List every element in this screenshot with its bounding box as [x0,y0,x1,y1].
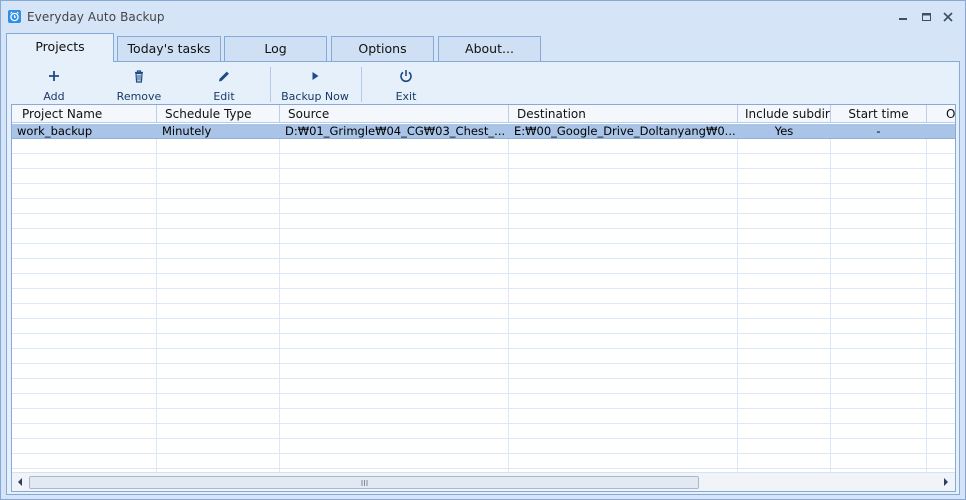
empty-row [12,139,955,154]
column-divider[interactable] [279,105,280,123]
cell-destination: E:₩00_Google_Drive_Doltanyang₩0... [514,124,736,138]
play-icon [312,72,319,80]
close-button[interactable] [938,8,958,26]
empty-row [12,154,955,169]
pencil-icon [219,71,229,82]
add-label: Add [43,90,65,103]
empty-row [12,229,955,244]
app-window: Everyday Auto Backup Projects Today's ta… [0,0,966,500]
trash-icon [135,70,143,83]
column-divider[interactable] [737,105,738,123]
column-header-schedule-type[interactable]: Schedule Type [165,105,278,123]
empty-row [12,394,955,409]
column-divider[interactable] [508,105,509,123]
minimize-button[interactable] [893,8,913,26]
power-icon [400,70,412,83]
table-row[interactable]: work_backup Minutely D:₩01_Grimgle₩04_CG… [12,124,955,139]
table-body: work_backup Minutely D:₩01_Grimgle₩04_CG… [12,124,955,472]
maximize-icon [922,13,931,21]
column-header-start-time[interactable]: Start time [831,105,926,123]
column-divider[interactable] [156,105,157,123]
cell-start-time: - [876,124,881,138]
empty-row [12,409,955,424]
horizontal-scrollbar[interactable] [12,472,955,491]
minimize-icon [899,18,907,20]
empty-row [12,454,955,469]
exit-label: Exit [395,90,417,103]
tab-about[interactable]: About... [438,36,541,61]
tab-options[interactable]: Options [331,36,434,61]
tab-log[interactable]: Log [224,36,327,61]
column-divider[interactable] [926,105,927,123]
edit-label: Edit [213,90,235,103]
projects-table[interactable]: Project Name Schedule Type Source Destin… [11,104,956,492]
projects-panel: Add Remove Edit Backup Now Exit Project … [6,61,960,495]
backup-now-button[interactable]: Backup Now [280,64,350,104]
empty-row [12,304,955,319]
column-header-source[interactable]: Source [288,105,508,123]
empty-row [12,289,955,304]
scroll-left-arrow-icon [18,478,22,486]
empty-row [12,169,955,184]
cell-source: D:₩01_Grimgle₩04_CG₩03_Chest_... [285,124,506,138]
empty-row [12,184,955,199]
close-icon [943,12,953,22]
empty-row [12,259,955,274]
toolbar-separator [270,67,271,102]
column-header-destination[interactable]: Destination [517,105,737,123]
tab-projects[interactable]: Projects [6,33,114,62]
scroll-left-button[interactable] [12,473,29,491]
window-title: Everyday Auto Backup [27,10,165,24]
cell-include-subdir: Yes [774,124,794,138]
tab-todays-tasks[interactable]: Today's tasks [117,36,221,61]
grip-icon [361,480,368,486]
scroll-right-arrow-icon [944,478,948,486]
empty-row [12,424,955,439]
empty-row [12,244,955,259]
toolbar: Add Remove Edit Backup Now Exit [7,64,959,104]
scroll-right-button[interactable] [937,473,954,491]
remove-label: Remove [116,90,162,103]
column-header-include-subdir[interactable]: Include subdir [745,105,830,123]
toolbar-separator [361,67,362,102]
maximize-button[interactable] [916,8,936,26]
tab-strip: Projects Today's tasks Log Options About… [6,33,961,62]
backup-now-label: Backup Now [281,90,349,103]
title-bar: Everyday Auto Backup [1,1,965,32]
empty-row [12,199,955,214]
app-logo-icon [8,10,21,23]
empty-row [12,364,955,379]
empty-row [12,319,955,334]
empty-row [12,439,955,454]
remove-button[interactable]: Remove [109,64,169,104]
add-button[interactable]: Add [29,64,79,104]
empty-row [12,379,955,394]
empty-row [12,349,955,364]
scrollbar-thumb[interactable] [29,476,699,489]
edit-button[interactable]: Edit [199,64,249,104]
table-header: Project Name Schedule Type Source Destin… [12,105,955,123]
column-header-project-name[interactable]: Project Name [22,105,157,123]
plus-icon [49,71,59,81]
exit-button[interactable]: Exit [381,64,431,104]
empty-row [12,334,955,349]
cell-project-name: work_backup [17,124,93,138]
column-header-overflow[interactable]: O [946,105,955,123]
empty-row [12,274,955,289]
cell-schedule-type: Minutely [162,124,212,138]
empty-row [12,214,955,229]
